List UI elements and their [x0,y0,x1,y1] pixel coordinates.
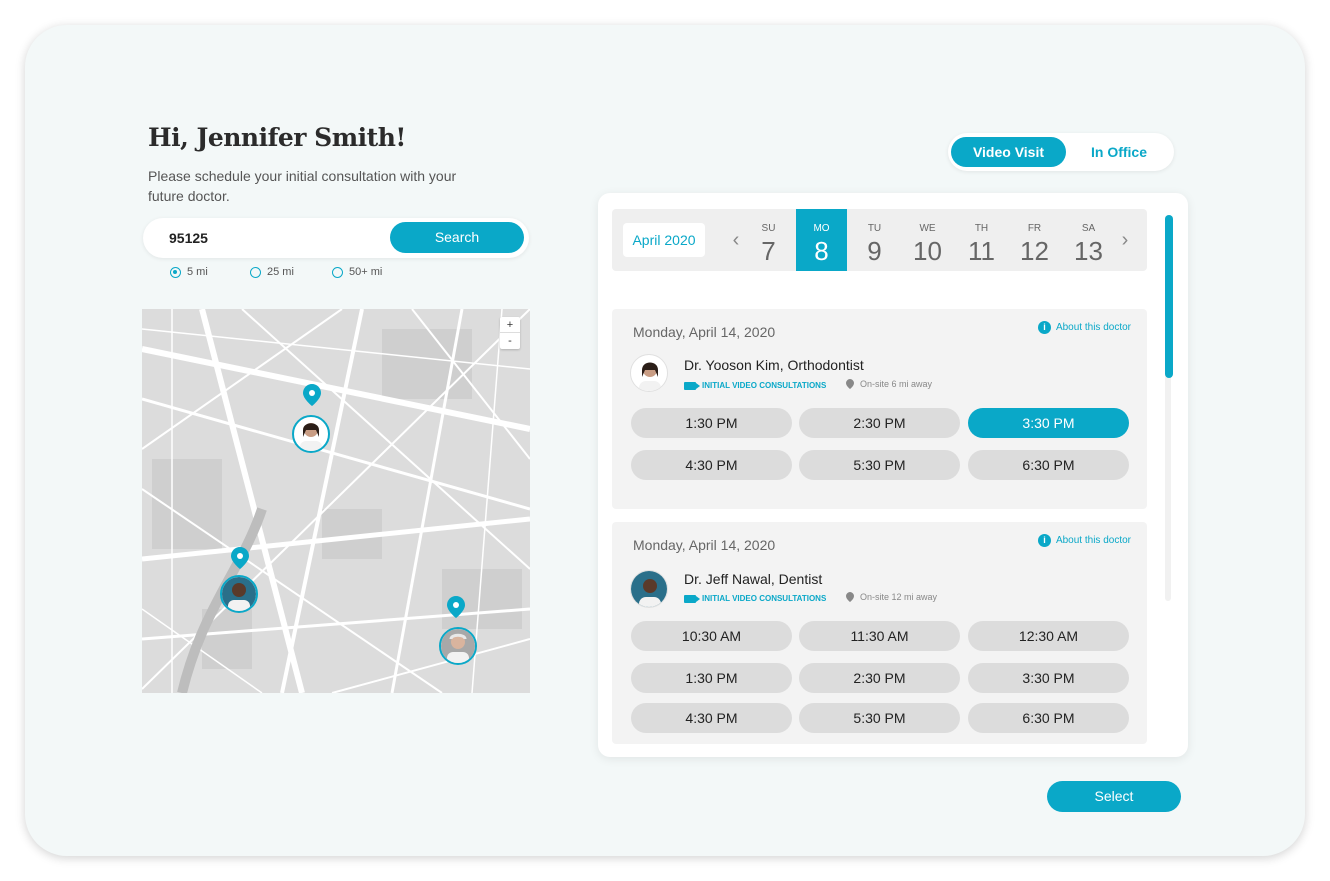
page-subtitle: Please schedule your initial consultatio… [148,168,457,204]
time-slot[interactable]: 11:30 AM [799,621,960,651]
appointment-date: Monday, April 14, 2020 [633,324,776,340]
radius-label: 50+ mi [349,266,383,278]
doctor-avatar-map[interactable] [439,627,477,665]
distance-label: On-site 6 mi away [860,379,933,389]
chevron-right-icon[interactable]: › [1118,230,1132,250]
day-number: 9 [867,236,882,266]
day-number: 8 [814,236,829,266]
doctor-distance: On-site 12 mi away [846,592,937,602]
about-doctor-link[interactable]: i About this doctor [1037,534,1131,547]
time-slot[interactable]: 1:30 PM [631,663,792,693]
time-slot[interactable]: 2:30 PM [799,408,960,438]
map-pin-icon[interactable] [447,596,465,618]
video-camera-icon [684,381,700,390]
about-doctor-link[interactable]: i About this doctor [1037,321,1131,334]
zip-input-value[interactable]: 95125 [169,230,208,246]
day-su[interactable]: SU 7 [743,209,794,271]
doctor-card: Monday, April 14, 2020 i About this doct… [612,522,1147,744]
doctor-avatar-map[interactable] [292,415,330,453]
consultation-type-label: INITIAL VIDEO CONSULTATIONS [702,381,827,390]
radio-icon [332,266,343,278]
location-pin-icon [846,592,854,602]
map-pin-icon[interactable] [303,384,321,406]
doctor-avatar [630,354,668,392]
zip-search-field[interactable]: 95125 Search [143,218,529,258]
time-slot-selected[interactable]: 3:30 PM [968,408,1129,438]
date-picker-bar: April 2020 ‹ SU 7 MO 8 TU 9 WE 10 TH 11 … [612,209,1147,271]
time-slot[interactable]: 5:30 PM [799,703,960,733]
about-doctor-label: About this doctor [1055,535,1131,546]
time-slot[interactable]: 10:30 AM [631,621,792,651]
month-selector[interactable]: April 2020 [623,223,705,257]
radius-label: 5 mi [187,266,208,278]
time-slot[interactable]: 2:30 PM [799,663,960,693]
doctor-map[interactable]: + - [142,309,530,693]
map-pin-icon[interactable] [231,547,249,569]
radius-option-50[interactable]: 50+ mi [332,266,382,278]
video-camera-icon [684,594,700,603]
about-doctor-label: About this doctor [1055,322,1131,333]
day-of-week: WE [919,223,936,234]
day-of-week: TH [974,223,989,234]
schedule-panel: April 2020 ‹ SU 7 MO 8 TU 9 WE 10 TH 11 … [598,193,1188,757]
consultation-type: INITIAL VIDEO CONSULTATIONS [684,381,826,390]
video-visit-option[interactable]: Video Visit [951,137,1066,167]
doctor-distance: On-site 6 mi away [846,379,932,389]
day-number: 11 [968,236,995,266]
doctor-card: Monday, April 14, 2020 i About this doct… [612,309,1147,509]
info-icon: i [1037,534,1051,547]
info-icon: i [1037,321,1051,334]
appointment-date: Monday, April 14, 2020 [633,537,776,553]
radius-label: 25 mi [267,266,294,278]
select-button[interactable]: Select [1047,781,1181,812]
radio-icon [250,266,261,278]
day-number: 7 [761,236,776,266]
day-mo-selected[interactable]: MO 8 [796,209,847,271]
day-number: 12 [1020,236,1049,266]
doctor-avatar [630,570,668,608]
time-slot[interactable]: 4:30 PM [631,450,792,480]
day-tu[interactable]: TU 9 [849,209,900,271]
doctor-name: Dr. Yooson Kim, Orthodontist [684,357,864,373]
radius-option-5[interactable]: 5 mi [170,266,208,278]
zoom-out-button[interactable]: - [500,333,520,349]
day-we[interactable]: WE 10 [902,209,953,271]
radio-selected-icon [170,266,181,278]
zoom-in-button[interactable]: + [500,317,520,333]
doctor-avatar-map[interactable] [220,575,258,613]
doctor-name: Dr. Jeff Nawal, Dentist [684,571,823,587]
day-of-week: SA [1081,223,1096,234]
day-of-week: SU [761,223,776,234]
location-pin-icon [846,379,854,389]
day-fr[interactable]: FR 12 [1009,209,1060,271]
radius-option-25[interactable]: 25 mi [250,266,294,278]
time-slot[interactable]: 6:30 PM [968,703,1129,733]
time-slot[interactable]: 6:30 PM [968,450,1129,480]
day-of-week: TU [867,223,882,234]
distance-label: On-site 12 mi away [860,592,938,602]
time-slot[interactable]: 5:30 PM [799,450,960,480]
search-button[interactable]: Search [390,222,524,253]
day-number: 13 [1074,236,1103,266]
page-title: Hi, Jennifer Smith! [148,123,406,152]
time-slot[interactable]: 1:30 PM [631,408,792,438]
day-sa[interactable]: SA 13 [1063,209,1114,271]
time-slot[interactable]: 3:30 PM [968,663,1129,693]
chevron-left-icon[interactable]: ‹ [729,230,743,250]
visit-type-toggle: Video Visit In Office [948,133,1174,171]
day-of-week: MO [813,223,830,234]
scrollbar-thumb[interactable] [1165,215,1173,378]
day-number: 10 [913,236,942,266]
time-slot[interactable]: 4:30 PM [631,703,792,733]
consultation-type-label: INITIAL VIDEO CONSULTATIONS [702,594,827,603]
day-th[interactable]: TH 11 [956,209,1007,271]
day-of-week: FR [1027,223,1042,234]
consultation-type: INITIAL VIDEO CONSULTATIONS [684,594,826,603]
map-zoom-control: + - [500,317,520,349]
in-office-option[interactable]: In Office [1066,137,1172,167]
time-slot[interactable]: 12:30 AM [968,621,1129,651]
